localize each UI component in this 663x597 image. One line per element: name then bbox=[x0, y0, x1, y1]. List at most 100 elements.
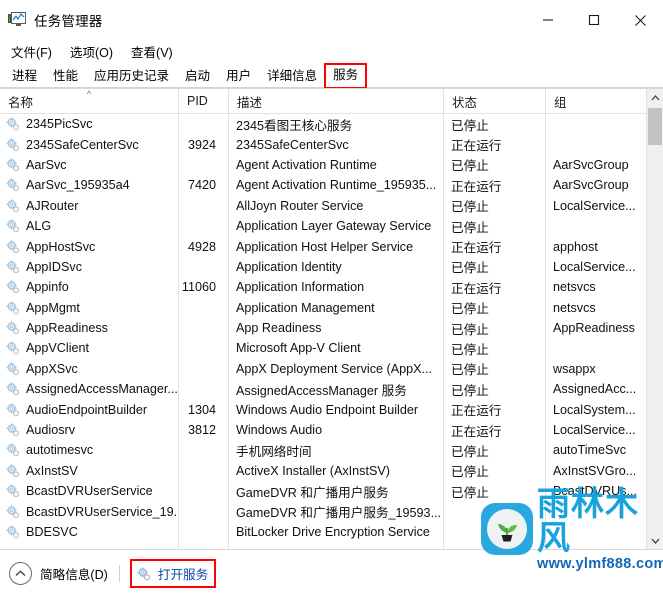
cell-group: AxInstSVGro... bbox=[545, 464, 646, 478]
chevron-up-circle-icon[interactable] bbox=[9, 562, 32, 585]
column-header-group[interactable]: 组 bbox=[545, 89, 646, 113]
table-row[interactable]: AppMgmt Application Management 已停止 netsvcs bbox=[0, 298, 663, 318]
table-row[interactable]: AppHostSvc 4928 Application Host Helper Se… bbox=[0, 236, 663, 256]
cell-text: App Readiness bbox=[236, 321, 322, 336]
table-row[interactable]: AarSvc_195935a4 7420 Agent Activation Runt… bbox=[0, 175, 663, 195]
cell-text: AudioEndpointBuilder bbox=[26, 402, 148, 417]
column-header-desc[interactable]: 描述 bbox=[228, 89, 443, 113]
cell-text: 已停止 bbox=[451, 220, 489, 235]
cell-text: AllJoyn Router Service bbox=[236, 198, 364, 213]
table-row[interactable]: BcastDVRUserService_19... GameDVR 和广播用户服务… bbox=[0, 501, 663, 521]
tab-performance[interactable]: 性能 bbox=[45, 65, 86, 88]
column-header-label: 组 bbox=[554, 95, 567, 110]
status-bar: 简略信息(D) 打开服务 雨林木风 www.ylmf888.com bbox=[0, 486, 663, 597]
cell-text: autotimesvc bbox=[26, 443, 94, 458]
cell-status: 已停止 bbox=[443, 196, 545, 215]
service-gear-icon bbox=[5, 483, 21, 499]
cell-text: 已停止 bbox=[451, 302, 489, 317]
tab-app-history[interactable]: 应用历史记录 bbox=[86, 65, 177, 88]
watermark-url: www.ylmf888.com bbox=[537, 555, 663, 572]
table-row[interactable]: 2345SafeCenterSvc 3924 2345SafeCenterSvc 正在… bbox=[0, 134, 663, 154]
maximize-button[interactable] bbox=[571, 0, 617, 40]
cell-desc: Agent Activation Runtime_195935... bbox=[228, 178, 443, 192]
cell-text: AppXSvc bbox=[26, 361, 78, 376]
table-row[interactable]: Appinfo 11060 Application Information 正在运行 n… bbox=[0, 277, 663, 297]
table-row[interactable]: AudioEndpointBuilder 1304 Windows Audio En… bbox=[0, 399, 663, 419]
cell-name: AppVClient bbox=[0, 340, 178, 356]
service-gear-icon bbox=[5, 300, 21, 316]
cell-desc: Application Host Helper Service bbox=[228, 240, 443, 254]
cell-name: AudioEndpointBuilder bbox=[0, 402, 178, 418]
column-separator bbox=[178, 114, 179, 549]
table-row[interactable]: AJRouter AllJoyn Router Service 已停止 LocalSe… bbox=[0, 196, 663, 216]
cell-text: ActiveX Installer (AxInstSV) bbox=[236, 463, 390, 478]
cell-group: LocalSystem... bbox=[545, 403, 646, 417]
cell-status: 已停止 bbox=[443, 482, 545, 501]
cell-text: AppX Deployment Service (AppX... bbox=[236, 361, 432, 376]
service-gear-icon bbox=[5, 463, 21, 479]
scroll-track[interactable] bbox=[647, 106, 663, 532]
tab-startup[interactable]: 启动 bbox=[177, 65, 218, 88]
menu-view[interactable]: 查看(V) bbox=[127, 40, 182, 63]
column-header-pid[interactable]: PID bbox=[178, 89, 228, 113]
menu-options[interactable]: 选项(O) bbox=[66, 40, 122, 63]
cell-status: 已停止 bbox=[443, 461, 545, 480]
cell-text: Appinfo bbox=[26, 280, 69, 295]
fewer-details-button[interactable]: 简略信息(D) bbox=[40, 564, 108, 583]
status-separator bbox=[118, 565, 120, 582]
cell-desc: BitLocker Drive Encryption Service bbox=[228, 525, 443, 539]
tab-users[interactable]: 用户 bbox=[218, 65, 259, 88]
cell-text: wsappx bbox=[553, 361, 596, 376]
cell-text: apphost bbox=[553, 239, 598, 254]
cell-text: BcastDVRUs... bbox=[553, 484, 637, 499]
table-row[interactable]: BDESVC BitLocker Drive Encryption Service bbox=[0, 522, 663, 542]
column-header-name[interactable]: 名称 ^ bbox=[0, 89, 178, 113]
cell-desc: Agent Activation Runtime bbox=[228, 158, 443, 172]
tab-details[interactable]: 详细信息 bbox=[259, 65, 325, 88]
table-row[interactable]: Audiosrv 3812 Windows Audio 正在运行 LocalServic… bbox=[0, 420, 663, 440]
cell-text: 已停止 bbox=[451, 383, 489, 398]
menu-file[interactable]: 文件(F) bbox=[7, 40, 61, 63]
vertical-scrollbar[interactable] bbox=[646, 89, 663, 549]
cell-text: 2345SafeCenterSvc bbox=[26, 137, 139, 152]
cell-text: 已停止 bbox=[451, 363, 489, 378]
table-row[interactable]: AssignedAccessManager... AssignedAccessMa… bbox=[0, 379, 663, 399]
close-button[interactable] bbox=[617, 0, 663, 40]
table-row[interactable]: AarSvc Agent Activation Runtime 已停止 AarSvcG… bbox=[0, 155, 663, 175]
cell-name: AppIDSvc bbox=[0, 259, 178, 275]
task-manager-icon bbox=[8, 12, 26, 28]
table-row[interactable]: 2345PicSvc 2345看图王核心服务 已停止 bbox=[0, 114, 663, 134]
cell-text: 已停止 bbox=[451, 465, 489, 480]
cell-text: AssignedAcc... bbox=[553, 382, 637, 397]
scroll-up-arrow[interactable] bbox=[647, 89, 663, 106]
cell-desc: Application Management bbox=[228, 301, 443, 315]
cell-text: 正在运行 bbox=[451, 179, 502, 194]
cell-name: Audiosrv bbox=[0, 422, 178, 438]
table-row[interactable]: AxInstSV ActiveX Installer (AxInstSV) 已停止 A… bbox=[0, 461, 663, 481]
tab-services[interactable]: 服务 bbox=[324, 63, 368, 89]
cell-text: AppVClient bbox=[26, 341, 90, 356]
open-services-button[interactable]: 打开服务 bbox=[129, 559, 217, 588]
window-title: 任务管理器 bbox=[34, 14, 103, 29]
table-row[interactable]: AppIDSvc Application Identity 已停止 LocalServ… bbox=[0, 257, 663, 277]
scroll-thumb[interactable] bbox=[648, 108, 662, 145]
table-row[interactable]: autotimesvc 手机网络时间 已停止 autoTimeSvc bbox=[0, 440, 663, 460]
cell-group: apphost bbox=[545, 240, 646, 254]
cell-text: 7420 bbox=[187, 178, 216, 193]
table-row[interactable]: AppVClient Microsoft App-V Client 已停止 bbox=[0, 338, 663, 358]
service-gear-icon bbox=[5, 137, 21, 153]
minimize-button[interactable] bbox=[525, 0, 571, 40]
table-row[interactable]: AppXSvc AppX Deployment Service (AppX... 已… bbox=[0, 359, 663, 379]
table-row[interactable]: AppReadiness App Readiness 已停止 AppReadiness bbox=[0, 318, 663, 338]
cell-desc: GameDVR 和广播用户服务 bbox=[228, 482, 443, 501]
tab-processes[interactable]: 进程 bbox=[4, 65, 45, 88]
cell-group: AarSvcGroup bbox=[545, 158, 646, 172]
cell-text: LocalService... bbox=[553, 423, 636, 438]
table-row[interactable]: BcastDVRUserService GameDVR 和广播用户服务 已停止 Bca… bbox=[0, 481, 663, 501]
table-body: 2345PicSvc 2345看图王核心服务 已停止 2345SafeCenterSv… bbox=[0, 114, 663, 549]
scroll-down-arrow[interactable] bbox=[647, 532, 663, 549]
cell-status: 正在运行 bbox=[443, 237, 545, 256]
cell-text: Microsoft App-V Client bbox=[236, 341, 361, 356]
column-header-status[interactable]: 状态 bbox=[443, 89, 545, 113]
table-row[interactable]: ALG Application Layer Gateway Service 已停止 bbox=[0, 216, 663, 236]
